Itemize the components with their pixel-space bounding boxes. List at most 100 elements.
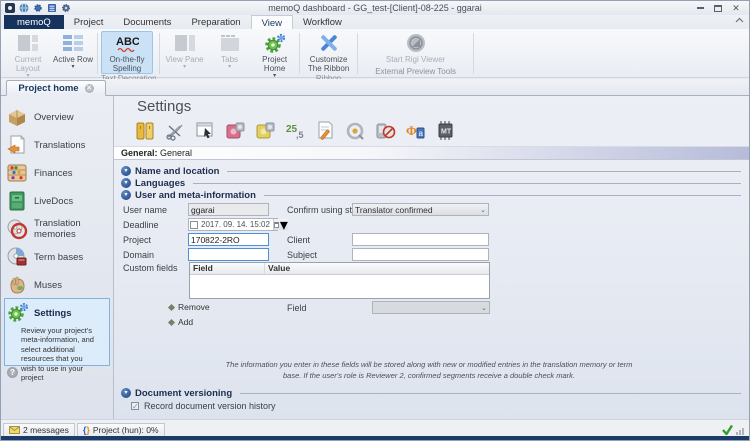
ignore-lists-icon[interactable]	[315, 120, 336, 141]
workspace: Project home ✕ Overview Translations Fin…	[1, 79, 749, 419]
segmentation-rules-icon[interactable]	[165, 120, 186, 141]
tab-preparation[interactable]: Preparation	[181, 15, 250, 29]
section-languages[interactable]: ▾ Languages	[121, 177, 741, 189]
sidebar-item-muses[interactable]: Muses	[5, 272, 111, 298]
deadline-checkbox[interactable]	[190, 221, 198, 229]
tab-memoq[interactable]: memoQ	[4, 15, 64, 29]
tab-project[interactable]: Project	[64, 15, 114, 29]
disc-book-icon	[5, 245, 29, 269]
export-path-rules-icon[interactable]	[345, 120, 366, 141]
project-home-button[interactable]: Project Home ▾	[253, 31, 297, 80]
client-input[interactable]	[352, 233, 489, 246]
confirm-using-status-select[interactable]: Translator confirmed ⌄	[352, 203, 489, 216]
start-rigi-viewer-button[interactable]: Start Rigi Viewer	[381, 31, 451, 65]
bullet-icon	[168, 303, 175, 310]
memoq-window: memoQ dashboard - GG_test-[Client]-08-22…	[0, 0, 750, 441]
bullet-icon	[168, 318, 175, 325]
abacus-icon	[5, 161, 29, 185]
project-home-sidebar: Overview Translations Finances LiveDocs …	[1, 96, 114, 419]
domain-label: Domain	[123, 250, 154, 260]
custom-fields-header: Field Value	[190, 263, 489, 275]
collapse-ribbon-icon[interactable]	[735, 17, 744, 23]
close-tab-icon[interactable]: ✕	[85, 84, 94, 93]
project-progress-status[interactable]: {} Project (hun): 0%	[77, 423, 165, 437]
messages-status[interactable]: 2 messages	[3, 423, 75, 437]
section-name-and-location[interactable]: ▾ Name and location	[121, 165, 741, 177]
date-picker-button[interactable]: ▾	[273, 219, 288, 230]
current-layout-button[interactable]: Current Layout ▾	[6, 31, 50, 80]
project-label: Project	[123, 235, 151, 245]
record-version-history-checkbox[interactable]: ✓	[131, 402, 139, 410]
page-title: Settings	[137, 98, 191, 115]
subject-input[interactable]	[352, 248, 489, 261]
ribbon: Current Layout ▾ Active Row ▾ Layout ABC…	[1, 29, 749, 78]
rigi-viewer-icon	[404, 32, 428, 54]
close-button[interactable]: ✕	[731, 4, 741, 13]
settings-label: Settings	[34, 308, 71, 319]
package-icon	[5, 105, 29, 129]
qat-database-icon[interactable]	[47, 3, 57, 13]
mt-settings-icon[interactable]: MT	[435, 120, 456, 141]
project-home-tab[interactable]: Project home ✕	[6, 80, 106, 96]
maximize-button[interactable]	[713, 4, 723, 13]
meta-information-note: The information you enter in these field…	[219, 359, 639, 382]
customize-ribbon-icon	[317, 32, 341, 54]
window-controls: ✕	[695, 4, 749, 13]
qat-globe-icon[interactable]	[19, 3, 29, 13]
section-document-versioning[interactable]: ▾ Document versioning	[121, 387, 741, 399]
chevron-down-icon: ▾	[228, 64, 231, 70]
custom-fields-table[interactable]: Field Value	[189, 262, 490, 299]
section-toggle-icon[interactable]: ▾	[121, 178, 131, 188]
qa-settings-icon[interactable]	[195, 120, 216, 141]
sidebar-item-livedocs[interactable]: LiveDocs	[5, 188, 111, 214]
disc-icon	[5, 217, 29, 241]
window-title: memoQ dashboard - GG_test-[Client]-08-22…	[1, 3, 749, 13]
column-field: Field	[190, 263, 265, 274]
sidebar-item-translation-memories[interactable]: Translation memories	[5, 216, 111, 242]
deadline-field[interactable]: 2017. 09. 14. 15:02 ▾	[188, 218, 278, 231]
auto-translation-rules-icon[interactable]: 25,5	[285, 120, 306, 141]
add-link[interactable]: Add	[169, 317, 193, 327]
general-settings-icon[interactable]	[135, 120, 156, 141]
on-the-fly-spelling-button[interactable]: ABC On-the-fly Spelling	[101, 31, 153, 74]
minimize-button[interactable]	[695, 4, 705, 13]
livedocs-settings-icon[interactable]	[255, 120, 276, 141]
section-toggle-icon[interactable]: ▾	[121, 388, 131, 398]
tab-view[interactable]: View	[251, 15, 293, 29]
active-row-button[interactable]: Active Row ▾	[51, 31, 95, 71]
calendar-icon	[274, 222, 279, 228]
user-name-input[interactable]	[188, 203, 269, 216]
spelling-settings-icon[interactable]	[375, 120, 396, 141]
section-toggle-icon[interactable]: ▾	[121, 190, 131, 200]
field-label: Field	[287, 303, 307, 313]
ribbon-group-text-decoration: ABC On-the-fly Spelling Text Decoration	[98, 29, 160, 77]
ribbon-tab-row: memoQ Project Documents Preparation View…	[1, 15, 749, 29]
font-substitution-icon[interactable]: Φa	[405, 120, 426, 141]
customize-ribbon-button[interactable]: Customize The Ribbon	[303, 31, 355, 74]
view-pane-button[interactable]: View Pane ▾	[163, 31, 207, 71]
sidebar-item-overview[interactable]: Overview	[5, 104, 111, 130]
ribbon-group-external-preview: Start Rigi Viewer External Preview Tools	[358, 29, 474, 77]
qat-gear-icon[interactable]	[33, 3, 43, 13]
field-select[interactable]: ⌄	[372, 301, 490, 314]
deadline-value: 2017. 09. 14. 15:02	[201, 220, 270, 229]
memoq-logo-icon[interactable]	[5, 3, 15, 13]
sidebar-item-translations[interactable]: Translations	[5, 132, 111, 158]
sidebar-item-finances[interactable]: Finances	[5, 160, 111, 186]
document-icon	[5, 133, 29, 157]
connection-ok-icon	[721, 424, 734, 435]
remove-link[interactable]: Remove	[169, 302, 210, 312]
section-user-and-meta-information[interactable]: ▾ User and meta-information	[121, 189, 741, 201]
tm-settings-icon[interactable]	[225, 120, 246, 141]
tab-workflow[interactable]: Workflow	[293, 15, 352, 29]
help-icon: ?	[7, 367, 18, 378]
section-toggle-icon[interactable]: ▾	[121, 166, 131, 176]
domain-input[interactable]	[188, 248, 269, 261]
tabs-button[interactable]: Tabs ▾	[208, 31, 252, 71]
sidebar-item-term-bases[interactable]: Term bases	[5, 244, 111, 270]
current-layout-icon	[16, 32, 40, 54]
tab-documents[interactable]: Documents	[113, 15, 181, 29]
qat-tools-icon[interactable]	[61, 3, 71, 13]
project-input[interactable]	[188, 233, 269, 246]
sidebar-item-settings-selected[interactable]: Settings ? Review your project's meta-in…	[4, 298, 110, 366]
